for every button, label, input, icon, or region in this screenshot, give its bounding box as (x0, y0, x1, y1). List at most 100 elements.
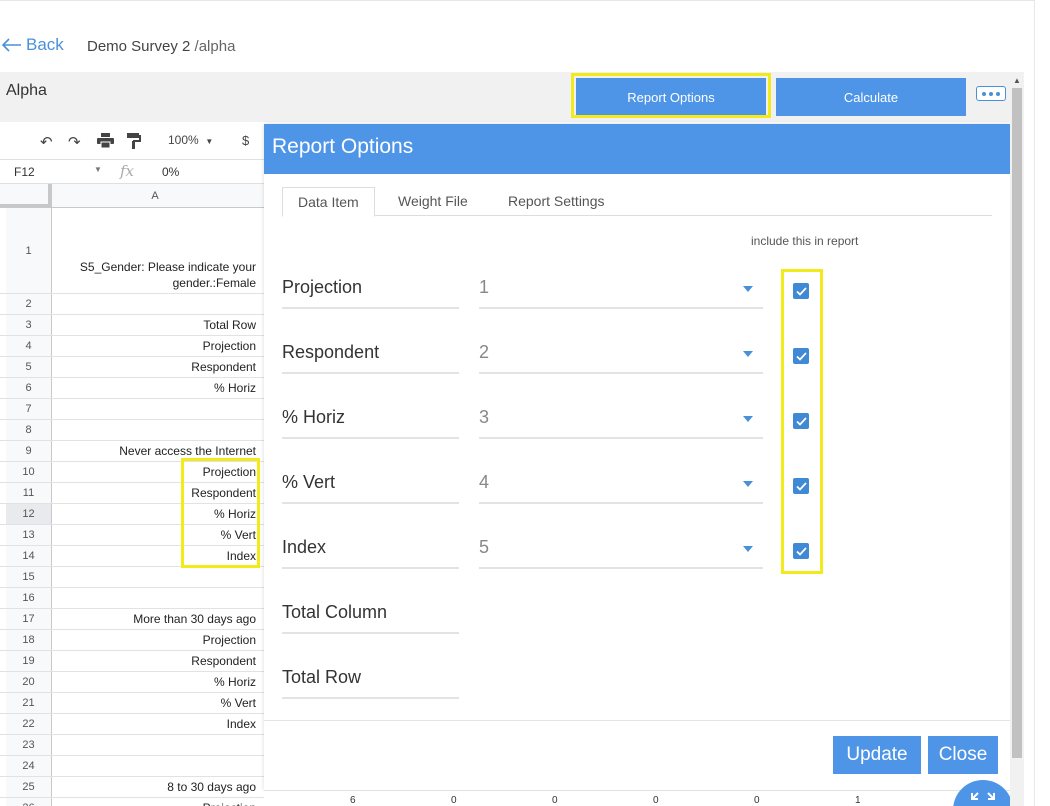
breadcrumb: Demo Survey 2 /alpha (87, 38, 235, 55)
row-number[interactable]: 25 (6, 777, 52, 797)
row-number[interactable]: 19 (6, 651, 52, 671)
caret-down-icon (743, 481, 753, 487)
formula-bar: F12 ▼ fx 0% (0, 160, 264, 184)
option-order-select[interactable]: 1 (479, 269, 763, 309)
fx-icon: fx (120, 162, 135, 180)
cell-a[interactable] (52, 420, 256, 440)
cell-a[interactable]: Respondent (52, 357, 256, 377)
dialog-title: Report Options (264, 124, 1010, 174)
row-number[interactable]: 7 (6, 399, 52, 419)
row-number[interactable]: 21 (6, 693, 52, 713)
cell-a[interactable]: Projection (52, 630, 256, 650)
cell-a[interactable]: Projection (52, 336, 256, 356)
cell-a[interactable]: Respondent (52, 651, 256, 671)
table-row: 21% Vert (0, 693, 264, 714)
option-order-value: 5 (479, 537, 490, 557)
formula-input[interactable]: 0% (162, 165, 179, 179)
scrollbar-thumb[interactable] (1012, 88, 1022, 758)
column-header-row: A (0, 184, 264, 208)
chevron-down-icon[interactable]: ▼ (94, 165, 102, 174)
row-number[interactable]: 6 (6, 378, 52, 398)
tab-weight-file[interactable]: Weight File (383, 186, 483, 216)
row-number[interactable]: 16 (6, 588, 52, 608)
redo-icon[interactable]: ↷ (68, 133, 81, 151)
cell-a[interactable] (52, 567, 256, 587)
select-all-corner[interactable] (0, 184, 52, 208)
option-order-select[interactable]: 5 (479, 529, 763, 569)
zoom-select[interactable]: 100% ▼ (168, 133, 213, 147)
close-button[interactable]: Close (928, 736, 998, 774)
cell-a[interactable] (52, 399, 256, 419)
tab-report-settings[interactable]: Report Settings (493, 186, 620, 216)
cell-a[interactable]: 8 to 30 days ago (52, 777, 256, 797)
currency-format-button[interactable]: $ (242, 133, 249, 148)
cell-a[interactable]: Total Row (52, 315, 256, 335)
option-label: % Vert (282, 464, 459, 504)
column-header-a[interactable]: A (52, 190, 258, 202)
partial-cell-value: 6 (350, 795, 356, 806)
row-number[interactable]: 2 (6, 294, 52, 314)
table-row: 18 Projection (0, 630, 264, 651)
row-number[interactable]: 10 (6, 462, 52, 482)
table-row: 2 (0, 294, 264, 315)
calculate-button[interactable]: Calculate (776, 78, 966, 116)
row-number[interactable]: 12 (6, 504, 52, 524)
cell-a[interactable]: Index (52, 714, 256, 734)
row-number[interactable]: 15 (6, 567, 52, 587)
row-number[interactable]: 20 (6, 672, 52, 692)
more-options-icon[interactable] (976, 86, 1006, 101)
print-icon[interactable] (97, 133, 114, 152)
update-button[interactable]: Update (833, 736, 921, 774)
row-number[interactable]: 9 (6, 441, 52, 461)
row-number[interactable]: 1 (6, 208, 52, 293)
tab-data-item[interactable]: Data Item (282, 187, 375, 217)
cell-a[interactable] (52, 294, 256, 314)
cell-reference-input[interactable]: F12 (14, 165, 35, 179)
paint-format-icon[interactable] (127, 133, 141, 153)
cell-a[interactable]: % Vert (52, 693, 256, 713)
row-number[interactable]: 8 (6, 420, 52, 440)
cell-a[interactable] (52, 735, 256, 755)
arrow-left-icon (2, 38, 21, 52)
row-number[interactable]: 26 (6, 798, 52, 806)
include-column-header: include this in report (751, 234, 859, 248)
table-row: 4 Projection (0, 336, 264, 357)
cell-a[interactable]: % Horiz (52, 378, 256, 398)
row-number[interactable]: 5 (6, 357, 52, 377)
table-row: 22 Index (0, 714, 264, 735)
sheet-toolbar: ↶ ↷ 100% ▼ $ (0, 122, 264, 160)
cell-a[interactable] (52, 588, 256, 608)
row-number[interactable]: 22 (6, 714, 52, 734)
back-link[interactable]: Back (2, 35, 64, 55)
row-number[interactable]: 18 (6, 630, 52, 650)
row-number[interactable]: 3 (6, 315, 52, 335)
table-row: 23 (0, 735, 264, 756)
row-number[interactable]: 14 (6, 546, 52, 566)
cell-a[interactable]: % Horiz (52, 672, 256, 692)
cell-a[interactable]: Projection (52, 798, 256, 806)
scroll-up-icon[interactable]: ▲ (1013, 76, 1021, 85)
row-number[interactable]: 4 (6, 336, 52, 356)
row-number[interactable]: 11 (6, 483, 52, 503)
table-row: 17 More than 30 days ago (0, 609, 264, 630)
cell-a[interactable] (52, 756, 256, 776)
row-number[interactable]: 13 (6, 525, 52, 545)
option-order-select[interactable]: 4 (479, 464, 763, 504)
undo-icon[interactable]: ↶ (40, 133, 53, 151)
vertical-scrollbar[interactable]: ▲ (1010, 72, 1024, 806)
caret-down-icon (743, 546, 753, 552)
option-order-select[interactable]: 2 (479, 334, 763, 374)
table-row: 26Projection (0, 798, 264, 806)
cell-a[interactable]: More than 30 days ago (52, 609, 256, 629)
row-number[interactable]: 23 (6, 735, 52, 755)
highlight-box-checkboxes (781, 269, 823, 574)
row-number[interactable]: 17 (6, 609, 52, 629)
highlight-box-rows (181, 458, 260, 568)
option-order-select[interactable]: 3 (479, 399, 763, 439)
expand-icon (971, 792, 995, 800)
row-number[interactable]: 24 (6, 756, 52, 776)
cell-a[interactable]: S5_Gender: Please indicate your gender.:… (52, 208, 256, 293)
breadcrumb-sub: /alpha (194, 38, 236, 55)
option-label: Total Column (282, 594, 459, 634)
table-row: 5 Respondent (0, 357, 264, 378)
